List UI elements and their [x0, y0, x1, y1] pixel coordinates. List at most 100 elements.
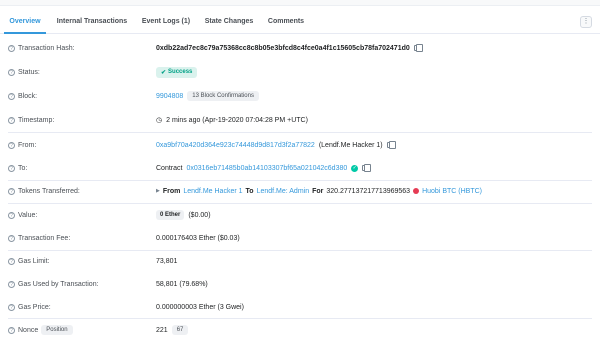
fee-text: 0.000176403 Ether ($0.03): [156, 234, 240, 242]
value-nonce: 221 67: [156, 323, 189, 337]
row-gas-price: ? Gas Price: 0.000000003 Ether (3 Gwei): [0, 297, 600, 317]
tab-event-logs[interactable]: Event Logs (1): [138, 11, 194, 34]
label-text: Value:: [18, 211, 38, 219]
token-from-link[interactable]: Lendf.Me Hacker 1: [183, 188, 242, 195]
gas-price-text: 0.000000003 Ether (3 Gwei): [156, 303, 244, 311]
divider: [8, 132, 592, 133]
copy-icon[interactable]: [413, 44, 423, 52]
label-text: Gas Used by Transaction:: [18, 280, 99, 288]
confirmations-badge: 13 Block Confirmations: [187, 91, 259, 101]
gas-limit-text: 73,801: [156, 257, 178, 265]
help-icon[interactable]: ?: [8, 187, 15, 195]
value-gas-limit: 73,801: [156, 254, 177, 268]
verified-check-icon: ✓: [351, 164, 359, 172]
help-icon[interactable]: ?: [8, 164, 15, 172]
help-icon[interactable]: ?: [8, 92, 15, 100]
help-icon[interactable]: ?: [8, 68, 15, 76]
copy-icon[interactable]: [386, 141, 396, 149]
label-to: ? To:: [8, 161, 27, 175]
label-text: Nonce: [18, 326, 39, 334]
value-tokens-transferred: ▶ From Lendf.Me Hacker 1 To Lendf.Me: Ad…: [156, 184, 482, 198]
token-name-link[interactable]: Huobi BTC (HBTC): [422, 188, 482, 195]
value-from: 0xa9bf70a420d364e923c74448d9d817d3f2a778…: [156, 138, 396, 152]
label-status: ? Status:: [8, 65, 40, 79]
row-timestamp: ? Timestamp: ◷ 2 mins ago (Apr-19-2020 0…: [0, 110, 600, 130]
ether-value-badge: 0 Ether: [156, 210, 185, 220]
row-status: ? Status: ✔ Success: [0, 62, 600, 82]
help-icon[interactable]: ?: [8, 234, 15, 242]
help-icon[interactable]: ?: [8, 303, 15, 311]
divider: [8, 318, 592, 319]
contract-prefix: Contract: [156, 164, 183, 172]
tab-overview[interactable]: Overview: [4, 11, 46, 34]
help-icon[interactable]: ?: [8, 116, 15, 124]
status-text: Success: [168, 69, 193, 75]
to-address-link[interactable]: 0x0316eb71485b0ab14103307bf65a021042c6d3…: [186, 165, 347, 172]
usd-value: ($0.00): [188, 211, 211, 219]
block-link[interactable]: 9904808: [156, 93, 183, 100]
help-icon[interactable]: ?: [8, 141, 15, 149]
value-value: 0 Ether ($0.00): [156, 208, 211, 222]
row-block: ? Block: 9904808 13 Block Confirmations: [0, 86, 600, 106]
row-value: ? Value: 0 Ether ($0.00): [0, 205, 600, 225]
value-status: ✔ Success: [156, 65, 198, 79]
label-gas-price: ? Gas Price:: [8, 300, 51, 314]
vertical-dots-icon: ⋮: [582, 18, 590, 25]
value-transaction-hash: 0xdb22ad7ec8c79a75368cc8c8b05e3bfcd8c4fc…: [156, 41, 423, 55]
label-nonce: ? Nonce Position: [8, 323, 73, 337]
label-block: ? Block:: [8, 89, 37, 103]
tab-state-changes[interactable]: State Changes: [200, 11, 258, 34]
label-tokens-transferred: ? Tokens Transferred:: [8, 184, 80, 198]
label-value: ? Value:: [8, 208, 37, 222]
top-strip: [0, 0, 600, 6]
label-from: ? From:: [8, 138, 36, 152]
label-transaction-hash: ? Transaction Hash:: [8, 41, 75, 55]
value-block: 9904808 13 Block Confirmations: [156, 89, 259, 103]
timestamp-text: 2 mins ago (Apr-19-2020 07:04:28 PM +UTC…: [166, 116, 308, 124]
label-text: Status:: [18, 68, 40, 76]
tab-internal-transactions[interactable]: Internal Transactions: [52, 11, 132, 34]
label-timestamp: ? Timestamp:: [8, 113, 54, 127]
label-text: Block:: [18, 92, 38, 100]
value-timestamp: ◷ 2 mins ago (Apr-19-2020 07:04:28 PM +U…: [156, 113, 308, 127]
copy-icon[interactable]: [362, 164, 372, 172]
divider: [8, 203, 592, 204]
help-icon[interactable]: ?: [8, 280, 15, 288]
from-address-link[interactable]: 0xa9bf70a420d364e923c74448d9d817d3f2a778…: [156, 142, 315, 149]
value-gas-used: 58,801 (79.68%): [156, 277, 208, 291]
help-icon[interactable]: ?: [8, 44, 15, 52]
value-to: Contract 0x0316eb71485b0ab14103307bf65a0…: [156, 161, 372, 175]
transaction-hash: 0xdb22ad7ec8c79a75368cc8c8b05e3bfcd8c4fc…: [156, 44, 410, 52]
position-badge: 67: [171, 325, 189, 335]
label-text: To:: [18, 164, 28, 172]
caret-right-icon: ▶: [156, 188, 160, 194]
row-transaction-fee: ? Transaction Fee: 0.000176403 Ether ($0…: [0, 228, 600, 248]
label-text: Tokens Transferred:: [18, 187, 80, 195]
label-transaction-fee: ? Transaction Fee:: [8, 231, 70, 245]
row-nonce: ? Nonce Position 221 67: [0, 320, 600, 340]
row-tokens-transferred: ? Tokens Transferred: ▶ From Lendf.Me Ha…: [0, 181, 600, 201]
label-text: Gas Price:: [18, 303, 51, 311]
gas-used-text: 58,801 (79.68%): [156, 280, 208, 288]
label-text: Transaction Hash:: [18, 44, 75, 52]
tab-comments[interactable]: Comments: [264, 11, 308, 34]
position-label-badge: Position: [41, 325, 73, 335]
label-text: Gas Limit:: [18, 257, 50, 265]
more-options-button[interactable]: ⋮: [580, 16, 592, 28]
to-word: To: [245, 187, 254, 195]
token-to-link[interactable]: Lendf.Me: Admin: [257, 188, 310, 195]
label-gas-used: ? Gas Used by Transaction:: [8, 277, 99, 291]
help-icon[interactable]: ?: [8, 257, 15, 265]
clock-icon: ◷: [156, 117, 163, 124]
tab-bar: Overview Internal Transactions Event Log…: [0, 11, 600, 34]
status-badge: ✔ Success: [156, 66, 198, 78]
from-word: From: [162, 187, 181, 195]
from-name: (Lendf.Me Hacker 1): [318, 141, 383, 149]
value-transaction-fee: 0.000176403 Ether ($0.03): [156, 231, 240, 245]
help-icon[interactable]: ?: [8, 211, 15, 219]
row-gas-limit: ? Gas Limit: 73,801: [0, 251, 600, 271]
label-gas-limit: ? Gas Limit:: [8, 254, 50, 268]
nonce-value: 221: [156, 326, 168, 334]
help-icon[interactable]: ?: [8, 326, 15, 334]
token-amount: 320.277137217713969563: [326, 187, 411, 195]
